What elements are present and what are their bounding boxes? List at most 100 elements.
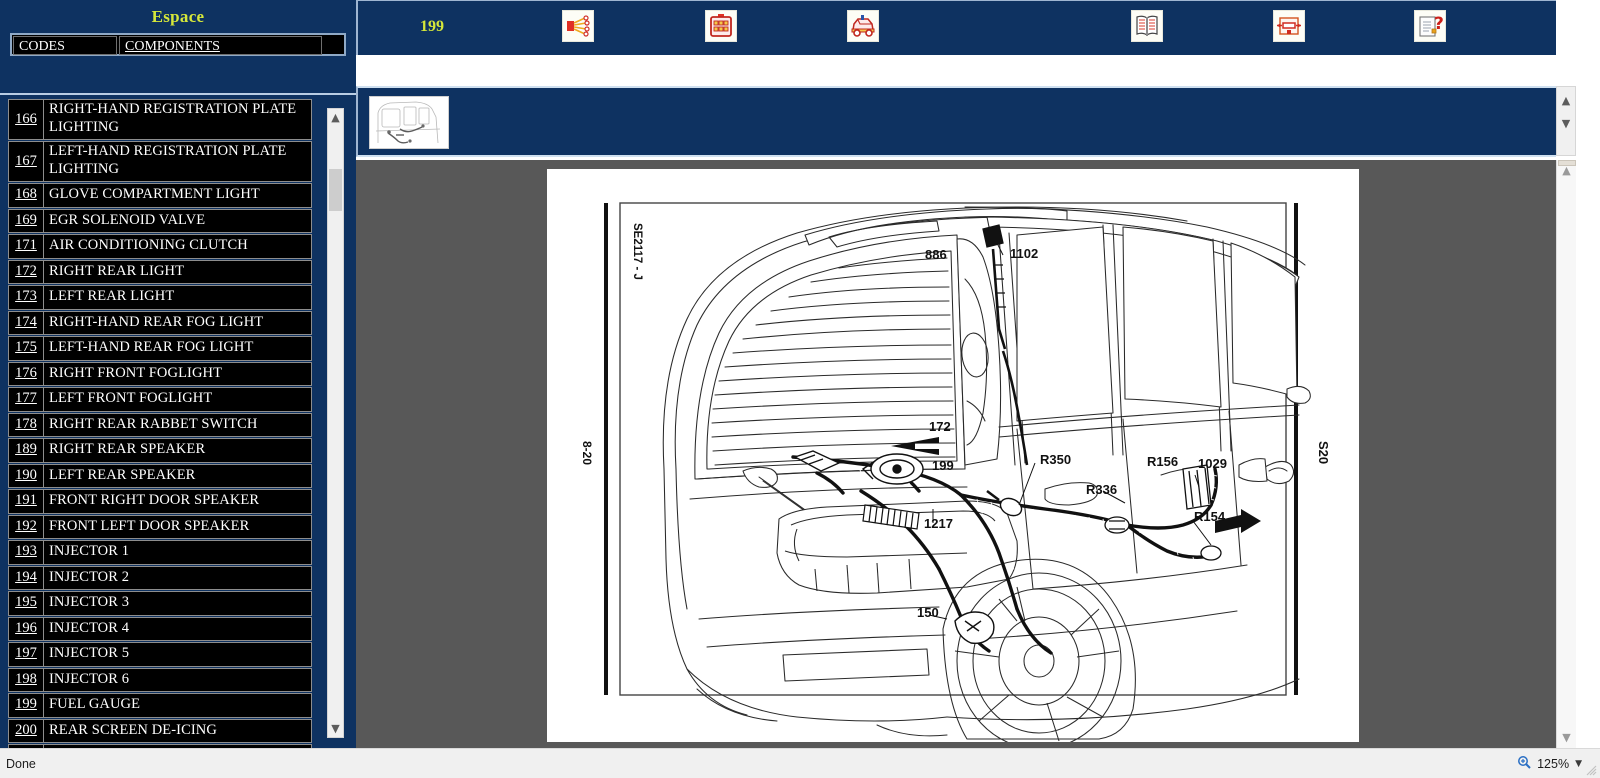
list-item-code[interactable]: 192: [8, 514, 44, 539]
diagram-callout: 886: [925, 247, 947, 262]
list-item-code-label: 192: [15, 517, 37, 534]
list-item-label: FRONT RIGHT DOOR SPEAKER: [44, 489, 312, 514]
list-item-label: LEFT REAR SPEAKER: [44, 463, 312, 488]
wiring-harness-icon[interactable]: [562, 10, 594, 42]
list-item-code[interactable]: 194: [8, 565, 44, 590]
list-item[interactable]: 190 LEFT REAR SPEAKER: [8, 463, 312, 488]
list-item[interactable]: 194 INJECTOR 2: [8, 565, 312, 590]
list-item[interactable]: 197 INJECTOR 5: [8, 642, 312, 667]
list-item-code[interactable]: 173: [8, 285, 44, 310]
list-item-code[interactable]: 190: [8, 463, 44, 488]
sidebar-scrollbar-thumb[interactable]: [329, 169, 342, 211]
diagram-callout: 1217: [924, 516, 953, 531]
document-viewer[interactable]: SE2117 - J 8-20 S20 886 1102 172 199 R35…: [356, 160, 1556, 748]
list-item[interactable]: 174 RIGHT-HAND REAR FOG LIGHT: [8, 310, 312, 335]
list-item[interactable]: 171 AIR CONDITIONING CLUTCH: [8, 234, 312, 259]
list-item-code-label: 175: [15, 339, 37, 356]
list-item[interactable]: 196 INJECTOR 4: [8, 616, 312, 641]
list-item-code[interactable]: 199: [8, 693, 44, 718]
vehicle-location-icon[interactable]: [847, 10, 879, 42]
list-item-code-label: 177: [15, 390, 37, 407]
list-item-code[interactable]: 198: [8, 667, 44, 692]
doc-scroll-up-icon[interactable]: ▲: [1557, 162, 1576, 179]
list-item[interactable]: 176 RIGHT FRONT FOGLIGHT: [8, 361, 312, 386]
list-item-label: LEFT-HAND REAR FOG LIGHT: [44, 336, 312, 361]
list-item-code[interactable]: 178: [8, 412, 44, 437]
list-item-code[interactable]: 175: [8, 336, 44, 361]
list-item[interactable]: 193 INJECTOR 1: [8, 540, 312, 565]
list-item-code[interactable]: 171: [8, 234, 44, 259]
list-item-code[interactable]: 195: [8, 591, 44, 616]
list-item-code[interactable]: 191: [8, 489, 44, 514]
thumb-scroll-down-icon[interactable]: ▼: [1557, 115, 1575, 132]
chevron-down-icon[interactable]: ▼: [1575, 759, 1582, 769]
list-item-label: RIGHT REAR SPEAKER: [44, 438, 312, 463]
list-item-label: INJECTOR 5: [44, 642, 312, 667]
list-item-code[interactable]: 168: [8, 183, 44, 208]
top-toolbar: 199 ?: [356, 0, 1556, 55]
list-item[interactable]: 175 LEFT-HAND REAR FOG LIGHT: [8, 336, 312, 361]
help-question-icon[interactable]: ?: [1414, 10, 1446, 42]
list-item-code[interactable]: 200: [8, 718, 44, 743]
fuse-box-icon[interactable]: [705, 10, 737, 42]
document-scrollbar[interactable]: ▲ ▼: [1556, 160, 1576, 748]
list-item-label: INJECTOR 1: [44, 540, 312, 565]
list-item[interactable]: 200 REAR SCREEN DE-ICING: [8, 718, 312, 743]
wiring-diagram: SE2117 - J 8-20 S20 886 1102172199 R350 …: [547, 169, 1359, 742]
list-item-code[interactable]: 189: [8, 438, 44, 463]
right-edge-strip: [1576, 160, 1600, 748]
doc-scroll-down-icon[interactable]: ▼: [1557, 729, 1576, 746]
page-thumbnail-1[interactable]: [369, 96, 449, 149]
list-item-code-label: 196: [15, 619, 37, 636]
list-item[interactable]: 166 RIGHT-HAND REGISTRATION PLATE LIGHTIN…: [8, 99, 312, 140]
list-item-label: LEFT REAR LIGHT: [44, 285, 312, 310]
open-book-icon[interactable]: [1131, 10, 1163, 42]
list-item[interactable]: 172 RIGHT REAR LIGHT: [8, 259, 312, 284]
list-item-code[interactable]: 197: [8, 642, 44, 667]
list-item[interactable]: 189 RIGHT REAR SPEAKER: [8, 438, 312, 463]
zoom-control[interactable]: 125% ▼: [1517, 755, 1582, 772]
list-item[interactable]: 169 EGR SOLENOID VALVE: [8, 208, 312, 233]
list-item-code-label: 191: [15, 492, 37, 509]
list-item[interactable]: 198 INJECTOR 6: [8, 667, 312, 692]
sidebar-panel: Espace CODES COMPONENTS 166 RIGHT-HAND RE…: [0, 0, 356, 748]
list-item[interactable]: 177 LEFT FRONT FOGLIGHT: [8, 387, 312, 412]
list-item-code[interactable]: 167: [8, 141, 44, 182]
scroll-up-icon[interactable]: ▲: [328, 109, 343, 126]
list-item-code[interactable]: 166: [8, 99, 44, 140]
connector-view-icon[interactable]: [1273, 10, 1305, 42]
list-item-code[interactable]: 169: [8, 208, 44, 233]
list-item-label: FUEL GAUGE: [44, 693, 312, 718]
list-item-code[interactable]: 176: [8, 361, 44, 386]
component-list[interactable]: 166 RIGHT-HAND REGISTRATION PLATE LIGHTIN…: [0, 97, 356, 748]
list-item-label: INJECTOR 6: [44, 667, 312, 692]
list-item-code[interactable]: 172: [8, 259, 44, 284]
list-item-code[interactable]: 193: [8, 540, 44, 565]
thumb-scroll-up-icon[interactable]: ▲: [1557, 92, 1575, 109]
list-item-label: REAR SCREEN DE-ICING: [44, 718, 312, 743]
scroll-down-icon[interactable]: ▼: [328, 720, 343, 737]
list-item-code-label: 173: [15, 288, 37, 305]
sidebar-tabs: CODES COMPONENTS: [10, 33, 346, 56]
list-item[interactable]: 167 LEFT-HAND REGISTRATION PLATE LIGHTING: [8, 141, 312, 182]
brand-title: Espace: [151, 7, 205, 26]
list-item[interactable]: 191 FRONT RIGHT DOOR SPEAKER: [8, 489, 312, 514]
list-item-label: RIGHT FRONT FOGLIGHT: [44, 361, 312, 386]
tab-components[interactable]: COMPONENTS: [119, 36, 322, 55]
list-item-label: AIR CONDITIONING CLUTCH: [44, 234, 312, 259]
list-item-code[interactable]: 196: [8, 616, 44, 641]
list-item[interactable]: 199 FUEL GAUGE: [8, 693, 312, 718]
list-item-code-label: 194: [15, 568, 37, 585]
list-item[interactable]: 195 INJECTOR 3: [8, 591, 312, 616]
list-item-label: RIGHT-HAND REAR FOG LIGHT: [44, 310, 312, 335]
list-item[interactable]: 168 GLOVE COMPARTMENT LIGHT: [8, 183, 312, 208]
list-item[interactable]: 178 RIGHT REAR RABBET SWITCH: [8, 412, 312, 437]
list-item-code[interactable]: 177: [8, 387, 44, 412]
list-item[interactable]: 173 LEFT REAR LIGHT: [8, 285, 312, 310]
list-item[interactable]: 192 FRONT LEFT DOOR SPEAKER: [8, 514, 312, 539]
thumbnail-strip-scrollbar[interactable]: ▲ ▼: [1556, 86, 1576, 156]
tab-codes[interactable]: CODES: [13, 36, 117, 55]
list-item-code[interactable]: 174: [8, 310, 44, 335]
sidebar-scrollbar[interactable]: ▲ ▼: [327, 108, 344, 738]
resize-grip[interactable]: [1585, 764, 1597, 776]
